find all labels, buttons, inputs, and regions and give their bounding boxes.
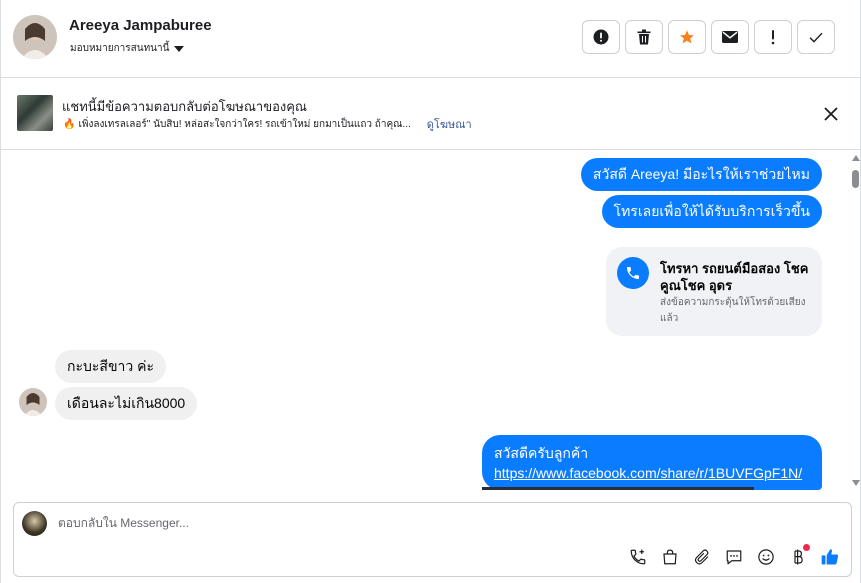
phone-plus-icon	[630, 549, 646, 565]
payment-button[interactable]	[788, 544, 810, 567]
reply-composer	[13, 502, 852, 577]
emoji-button[interactable]	[756, 547, 776, 567]
star-button[interactable]	[668, 20, 706, 54]
view-ad-link[interactable]: ดูโฆษณา	[427, 115, 472, 133]
smiley-icon	[758, 549, 774, 565]
message-text: สวัสดีครับลูกค้า	[494, 445, 589, 461]
outgoing-message[interactable]: โทรเลยเพื่อให้ได้รับบริการเร็วขึ้น	[601, 195, 822, 228]
exclamation-icon	[771, 30, 775, 45]
shopping-bag-icon	[663, 549, 677, 565]
mark-spam-button[interactable]	[582, 20, 620, 54]
scroll-thumb[interactable]	[852, 170, 859, 188]
envelope-icon	[722, 31, 738, 43]
message-scrollbar[interactable]	[850, 150, 861, 490]
mark-done-button[interactable]	[797, 20, 835, 54]
caret-down-icon	[174, 46, 185, 52]
call-request-card[interactable]: โทรหา รถยนต์มือสอง โชคคูณโชค อุดร ส่งข้อ…	[606, 247, 822, 336]
reply-input[interactable]	[58, 516, 558, 530]
shop-button[interactable]	[660, 547, 680, 567]
trash-icon	[637, 29, 651, 45]
chat-bubble-icon	[726, 550, 742, 565]
notification-badge	[803, 544, 810, 551]
ad-thumbnail[interactable]	[17, 95, 53, 131]
contact-name[interactable]: Areeya Jampaburee	[69, 17, 212, 34]
shared-link[interactable]: https://www.facebook.com/share/r/1BUVFGp…	[494, 463, 810, 483]
like-button[interactable]	[820, 547, 840, 567]
thumbs-up-icon	[821, 549, 839, 565]
fire-icon: 🔥	[63, 118, 76, 130]
check-icon	[809, 32, 823, 43]
outgoing-link-message[interactable]: สวัสดีครับลูกค้า https://www.facebook.co…	[482, 435, 822, 490]
message-list[interactable]: สวัสดี Areeya! มีอะไรให้เราช่วยไหม โทรเล…	[1, 150, 850, 490]
saved-replies-button[interactable]	[724, 547, 744, 567]
call-button[interactable]	[628, 547, 648, 567]
assign-label: มอบหมายการสนทนานี้	[70, 43, 170, 54]
ad-caption: เพิ่งลงเทรลเลอร์" นับสิบ! หล่อสะใจกว่าใค…	[78, 118, 411, 130]
page-avatar	[22, 511, 47, 536]
scroll-down-arrow-icon[interactable]	[852, 480, 860, 486]
delete-button[interactable]	[625, 20, 663, 54]
call-card-title: โทรหา รถยนต์มือสอง โชคคูณโชค อุดร	[660, 261, 809, 293]
banner-title: แชทนี้มีข้อความตอบกลับต่อโฆษณาของคุณ	[62, 99, 307, 114]
banner-subtitle-row: 🔥 เพิ่งลงเทรลเลอร์" นับสิบ! หล่อสะใจกว่า…	[63, 115, 472, 133]
contact-avatar[interactable]	[13, 15, 57, 59]
incoming-message[interactable]: เดือนละไม่เกิน8000	[55, 387, 198, 420]
scroll-up-arrow-icon[interactable]	[852, 155, 860, 161]
follow-up-button[interactable]	[754, 20, 792, 54]
outgoing-message[interactable]: สวัสดี Areeya! มีอะไรให้เราช่วยไหม	[580, 158, 822, 191]
alert-circle-icon	[593, 29, 609, 45]
assign-conversation-dropdown[interactable]: มอบหมายการสนทนานี้	[70, 41, 185, 56]
phone-icon	[617, 257, 649, 289]
messenger-conversation: Areeya Jampaburee มอบหมายการสนทนานี้ แชท…	[0, 0, 861, 583]
ad-reply-banner: แชทนี้มีข้อความตอบกลับต่อโฆษณาของคุณ 🔥 เ…	[1, 78, 861, 150]
close-banner-button[interactable]	[821, 104, 841, 124]
mark-unread-button[interactable]	[711, 20, 749, 54]
call-card-subtitle: ส่งข้อความกระตุ้นให้โทรด้วยเสียงแล้ว	[660, 297, 806, 324]
attach-button[interactable]	[692, 547, 712, 567]
header-actions	[582, 20, 835, 54]
conversation-header: Areeya Jampaburee มอบหมายการสนทนานี้	[1, 0, 861, 78]
incoming-message[interactable]: กะบะสีขาว ค่ะ	[55, 350, 167, 383]
contact-avatar-small[interactable]	[19, 388, 47, 416]
link-preview-image[interactable]	[482, 487, 754, 490]
composer-toolbar	[628, 544, 840, 567]
close-icon	[824, 107, 838, 121]
star-icon	[680, 30, 694, 44]
paperclip-icon	[694, 549, 709, 565]
